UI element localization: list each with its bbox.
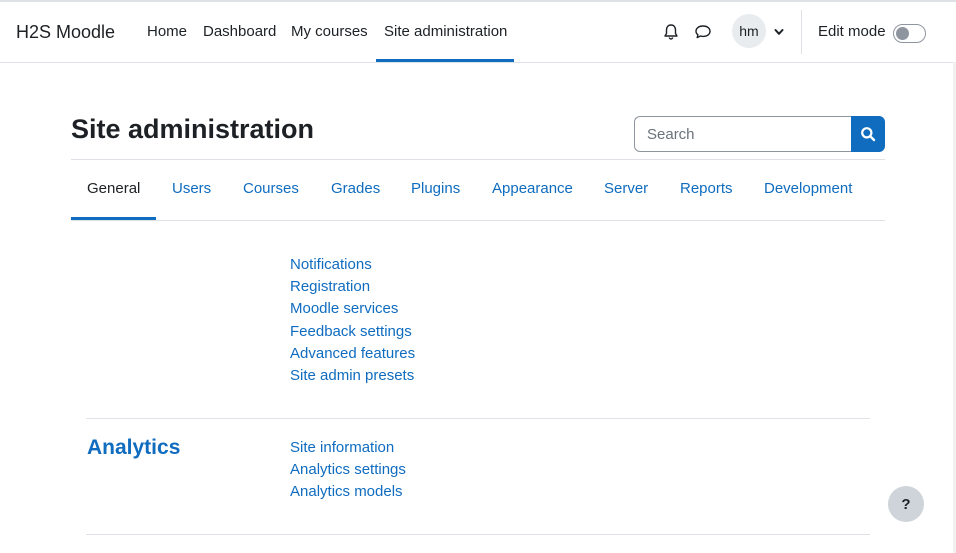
tab-plugins[interactable]: Plugins bbox=[411, 180, 460, 197]
link-registration[interactable]: Registration bbox=[290, 278, 370, 295]
page-title: Site administration bbox=[71, 114, 315, 144]
nav-my-courses[interactable]: My courses bbox=[291, 23, 368, 40]
nav-active-indicator bbox=[376, 59, 514, 62]
nav-site-administration[interactable]: Site administration bbox=[384, 23, 507, 40]
link-notifications[interactable]: Notifications bbox=[290, 256, 372, 273]
edit-mode-label: Edit mode bbox=[818, 23, 886, 40]
messages-button[interactable] bbox=[693, 22, 713, 42]
section-divider bbox=[86, 418, 870, 419]
bell-icon bbox=[664, 24, 678, 40]
chat-icon bbox=[695, 25, 711, 39]
tab-courses[interactable]: Courses bbox=[243, 180, 299, 197]
user-avatar[interactable]: hm bbox=[732, 14, 766, 48]
nav-home[interactable]: Home bbox=[147, 23, 187, 40]
edit-mode-toggle[interactable] bbox=[893, 24, 926, 43]
link-analytics-settings[interactable]: Analytics settings bbox=[290, 461, 406, 478]
site-brand[interactable]: H2S Moodle bbox=[16, 22, 115, 43]
link-advanced-features[interactable]: Advanced features bbox=[290, 345, 415, 362]
analytics-heading[interactable]: Analytics bbox=[87, 436, 180, 460]
tab-server[interactable]: Server bbox=[604, 180, 648, 197]
link-feedback-settings[interactable]: Feedback settings bbox=[290, 323, 412, 340]
tab-grades[interactable]: Grades bbox=[331, 180, 380, 197]
link-site-information[interactable]: Site information bbox=[290, 439, 394, 456]
tab-users[interactable]: Users bbox=[172, 180, 211, 197]
search-button[interactable] bbox=[851, 116, 885, 152]
nav-divider bbox=[801, 10, 802, 54]
link-site-admin-presets[interactable]: Site admin presets bbox=[290, 367, 414, 384]
toggle-knob bbox=[896, 27, 909, 40]
top-navbar: H2S Moodle Home Dashboard My courses Sit… bbox=[0, 2, 956, 63]
chevron-down-icon[interactable] bbox=[773, 26, 785, 38]
tab-appearance[interactable]: Appearance bbox=[492, 180, 573, 197]
nav-dashboard[interactable]: Dashboard bbox=[203, 23, 276, 40]
link-moodle-services[interactable]: Moodle services bbox=[290, 300, 398, 317]
search-icon bbox=[861, 127, 876, 142]
page: H2S Moodle Home Dashboard My courses Sit… bbox=[0, 0, 956, 553]
tab-general[interactable]: General bbox=[87, 180, 140, 197]
help-button[interactable]: ? bbox=[888, 486, 924, 522]
tabs-bottom-divider bbox=[71, 220, 885, 221]
tab-development[interactable]: Development bbox=[764, 180, 852, 197]
notifications-button[interactable] bbox=[661, 22, 681, 42]
section-divider bbox=[86, 534, 870, 535]
tab-reports[interactable]: Reports bbox=[680, 180, 733, 197]
tabs-top-divider bbox=[71, 159, 885, 160]
link-analytics-models[interactable]: Analytics models bbox=[290, 483, 403, 500]
search-input[interactable] bbox=[634, 116, 852, 152]
